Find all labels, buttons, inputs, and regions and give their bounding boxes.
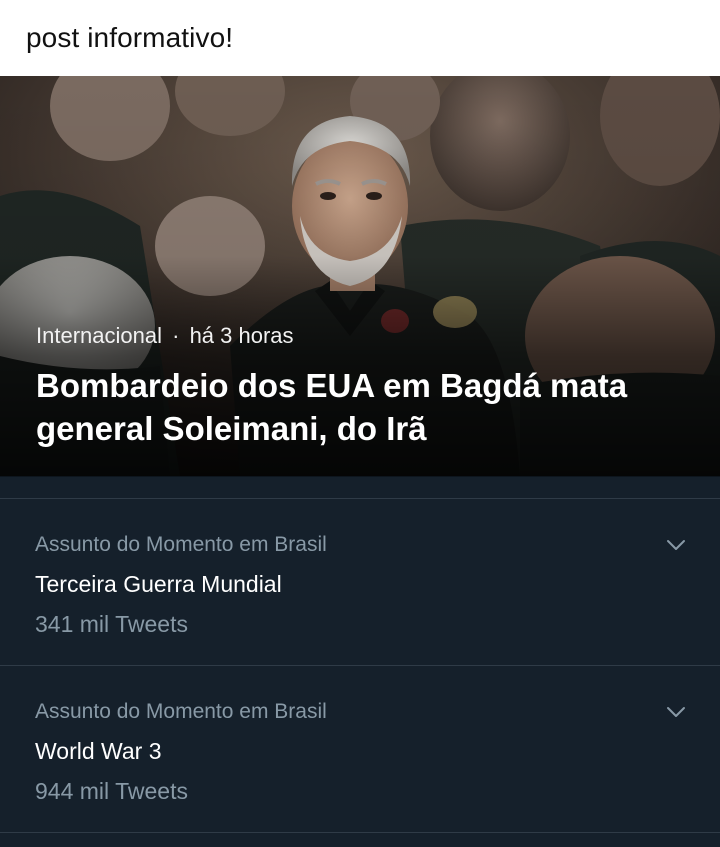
list-end-divider xyxy=(0,832,720,847)
trend-context: Assunto do Momento em Brasil xyxy=(35,700,327,723)
news-card[interactable]: Internacional · há 3 horas Bombardeio do… xyxy=(0,76,720,476)
trend-item[interactable]: Assunto do Momento em Brasil World War 3… xyxy=(0,665,720,832)
section-spacer xyxy=(0,476,720,499)
news-category: Internacional xyxy=(36,323,162,348)
post-caption: post informativo! xyxy=(26,22,234,53)
trend-name[interactable]: World War 3 xyxy=(35,738,162,765)
chevron-down-icon[interactable] xyxy=(663,535,689,555)
trend-name[interactable]: Terceira Guerra Mundial xyxy=(35,571,282,598)
meta-separator: · xyxy=(172,323,180,348)
chevron-down-icon[interactable] xyxy=(663,702,689,722)
trend-item[interactable]: Assunto do Momento em Brasil Terceira Gu… xyxy=(0,498,720,665)
trend-tweet-count: 341 mil Tweets xyxy=(35,611,188,637)
trend-context: Assunto do Momento em Brasil xyxy=(35,533,327,556)
trend-tweet-count: 944 mil Tweets xyxy=(35,778,188,804)
news-headline[interactable]: Bombardeio dos EUA em Bagdá mata general… xyxy=(36,364,696,450)
news-time: há 3 horas xyxy=(189,323,294,348)
news-meta: Internacional · há 3 horas xyxy=(36,323,294,349)
twitter-explore-screenshot: Internacional · há 3 horas Bombardeio do… xyxy=(0,76,720,847)
post-caption-area: post informativo! xyxy=(0,0,720,76)
